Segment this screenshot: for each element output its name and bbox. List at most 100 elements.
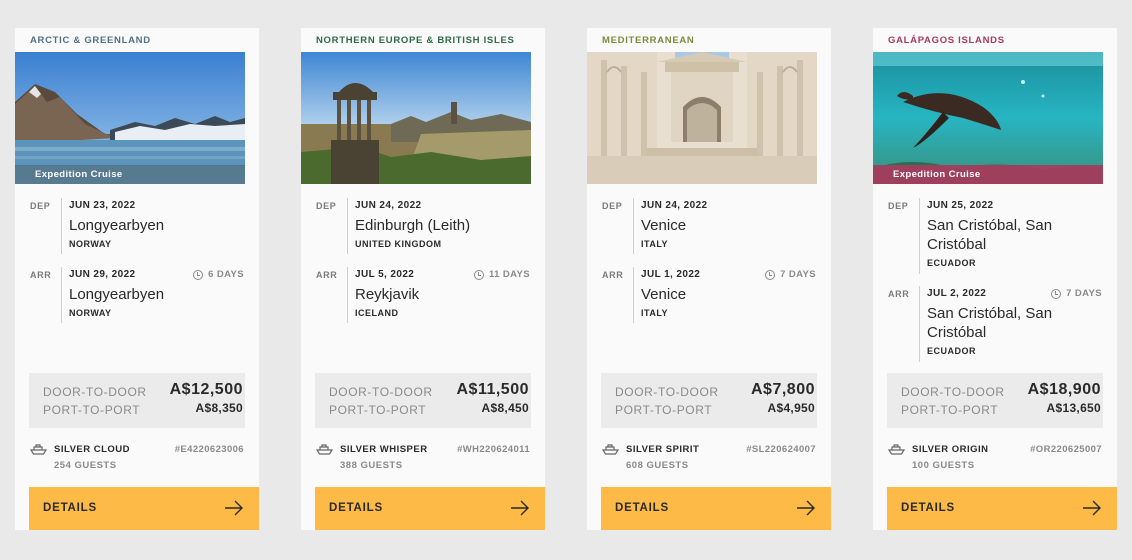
voyage-code: #OR220625007 bbox=[1030, 444, 1102, 455]
price-box: DOOR-TO-DOOR PORT-TO-PORT A$11,500 A$8,4… bbox=[315, 373, 531, 428]
details-label: DETAILS bbox=[901, 502, 955, 514]
door-to-door-label: DOOR-TO-DOOR bbox=[901, 385, 1005, 399]
door-to-door-price: A$18,900 bbox=[1027, 381, 1101, 398]
clock-icon bbox=[473, 269, 484, 280]
leg-divider bbox=[919, 198, 920, 274]
arr-date: JUN 29, 2022 bbox=[69, 269, 136, 280]
arr-country: ITALY bbox=[641, 308, 669, 318]
cruise-card-arctic: ARCTIC & GREENLAND Expedition Cruise DEP… bbox=[15, 28, 259, 530]
leg-divider bbox=[61, 198, 62, 254]
voyage-code: #E4220623006 bbox=[174, 444, 244, 455]
region-label: GALÁPAGOS ISLANDS bbox=[888, 35, 1005, 46]
dep-date: JUN 23, 2022 bbox=[69, 200, 136, 211]
ship-icon bbox=[602, 444, 619, 455]
arr-city: San Cristóbal, San Cristóbal bbox=[927, 305, 1053, 341]
clock-icon bbox=[765, 269, 776, 280]
cruise-card-galapagos: GALÁPAGOS ISLANDS Expedition Cruise DEP … bbox=[873, 28, 1117, 530]
cruise-card-mediterranean: MEDITERRANEAN DEP JUN 24, 2022 Venice IT… bbox=[587, 28, 831, 530]
arr-country: ECUADOR bbox=[927, 346, 977, 356]
details-button[interactable]: DETAILS bbox=[29, 487, 259, 530]
clock-icon bbox=[1051, 288, 1062, 299]
region-label: NORTHERN EUROPE & BRITISH ISLES bbox=[316, 35, 515, 46]
dep-date: JUN 25, 2022 bbox=[927, 200, 994, 211]
dep-city: Venice bbox=[641, 217, 687, 234]
ship-info: SILVER ORIGIN 100 GUESTS #OR220625007 bbox=[888, 442, 1102, 472]
ship-name: SILVER CLOUD bbox=[54, 444, 131, 455]
edinburgh-monument-image bbox=[301, 52, 531, 184]
expedition-badge: Expedition Cruise bbox=[873, 165, 1103, 184]
duration: 7 DAYS bbox=[765, 269, 816, 280]
ship-guests: 388 GUESTS bbox=[340, 460, 403, 471]
duration-label: 6 DAYS bbox=[208, 269, 244, 280]
door-to-door-label: DOOR-TO-DOOR bbox=[43, 385, 147, 399]
ship-name: SILVER WHISPER bbox=[340, 444, 428, 455]
port-to-port-label: PORT-TO-PORT bbox=[329, 403, 427, 417]
arr-code: ARR bbox=[30, 270, 52, 280]
door-to-door-price: A$7,800 bbox=[751, 381, 815, 398]
details-label: DETAILS bbox=[43, 502, 97, 514]
arr-code: ARR bbox=[316, 270, 338, 280]
ship-guests: 254 GUESTS bbox=[54, 460, 117, 471]
ship-guests: 100 GUESTS bbox=[912, 460, 975, 471]
dep-country: ITALY bbox=[641, 239, 669, 249]
dep-date: JUN 24, 2022 bbox=[641, 200, 708, 211]
dep-country: NORWAY bbox=[69, 239, 112, 249]
dep-code: DEP bbox=[888, 201, 909, 211]
ship-name: SILVER SPIRIT bbox=[626, 444, 700, 455]
cruise-photo[interactable] bbox=[587, 52, 817, 184]
duration-label: 11 DAYS bbox=[488, 269, 530, 280]
ship-info: SILVER CLOUD 254 GUESTS #E4220623006 bbox=[30, 442, 244, 472]
port-to-port-price: A$4,950 bbox=[767, 401, 815, 415]
details-button[interactable]: DETAILS bbox=[887, 487, 1117, 530]
cruise-photo[interactable]: Expedition Cruise bbox=[873, 52, 1103, 184]
cruise-card-northern-europe: NORTHERN EUROPE & BRITISH ISLES DEP JUN … bbox=[301, 28, 545, 530]
port-to-port-price: A$8,350 bbox=[195, 401, 243, 415]
arr-date: JUL 2, 2022 bbox=[927, 288, 987, 299]
arr-date: JUL 1, 2022 bbox=[641, 269, 701, 280]
leg-divider bbox=[919, 286, 920, 362]
details-button[interactable]: DETAILS bbox=[315, 487, 545, 530]
leg-divider bbox=[347, 198, 348, 254]
region-label: MEDITERRANEAN bbox=[602, 35, 695, 46]
dep-city: Edinburgh (Leith) bbox=[355, 217, 471, 234]
leg-divider bbox=[347, 267, 348, 323]
duration: 6 DAYS bbox=[193, 269, 244, 280]
ship-name: SILVER ORIGIN bbox=[912, 444, 989, 455]
cruise-photo[interactable]: Expedition Cruise bbox=[15, 52, 245, 184]
ship-guests: 608 GUESTS bbox=[626, 460, 689, 471]
dep-country: ECUADOR bbox=[927, 258, 977, 268]
arr-city: Venice bbox=[641, 286, 687, 303]
price-box: DOOR-TO-DOOR PORT-TO-PORT A$12,500 A$8,3… bbox=[29, 373, 245, 428]
duration: 7 DAYS bbox=[1051, 288, 1102, 299]
details-button[interactable]: DETAILS bbox=[601, 487, 831, 530]
arrow-right-icon bbox=[511, 500, 529, 516]
port-to-port-price: A$8,450 bbox=[481, 401, 529, 415]
price-box: DOOR-TO-DOOR PORT-TO-PORT A$18,900 A$13,… bbox=[887, 373, 1103, 428]
arr-city: Longyearbyen bbox=[69, 286, 165, 303]
ship-info: SILVER SPIRIT 608 GUESTS #SL220624007 bbox=[602, 442, 816, 472]
duration: 11 DAYS bbox=[473, 269, 530, 280]
port-to-port-label: PORT-TO-PORT bbox=[43, 403, 141, 417]
ship-icon bbox=[30, 444, 47, 455]
leg-divider bbox=[61, 267, 62, 323]
cruise-photo[interactable] bbox=[301, 52, 531, 184]
ship-icon bbox=[888, 444, 905, 455]
region-label: ARCTIC & GREENLAND bbox=[30, 35, 151, 46]
door-to-door-price: A$11,500 bbox=[456, 381, 529, 398]
door-to-door-price: A$12,500 bbox=[169, 381, 243, 398]
palace-courtyard-image bbox=[587, 52, 817, 184]
arr-code: ARR bbox=[602, 270, 624, 280]
expedition-badge: Expedition Cruise bbox=[15, 165, 245, 184]
leg-divider bbox=[633, 198, 634, 254]
arr-code: ARR bbox=[888, 289, 910, 299]
arr-city: Reykjavik bbox=[355, 286, 420, 303]
details-label: DETAILS bbox=[615, 502, 669, 514]
port-to-port-price: A$13,650 bbox=[1046, 401, 1101, 415]
door-to-door-label: DOOR-TO-DOOR bbox=[615, 385, 719, 399]
arrow-right-icon bbox=[225, 500, 243, 516]
dep-code: DEP bbox=[30, 201, 51, 211]
voyage-code: #WH220624011 bbox=[457, 444, 530, 455]
dep-city: San Cristóbal, San Cristóbal bbox=[927, 217, 1053, 253]
arr-date: JUL 5, 2022 bbox=[355, 269, 415, 280]
ship-info: SILVER WHISPER 388 GUESTS #WH220624011 bbox=[316, 442, 530, 472]
